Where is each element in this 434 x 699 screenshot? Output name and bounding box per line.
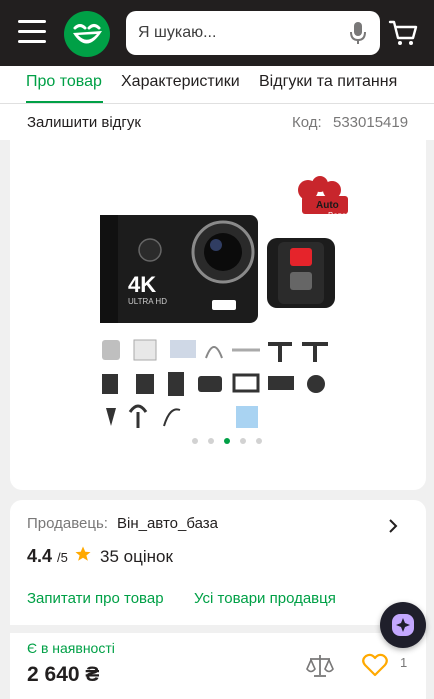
search-bar	[126, 11, 380, 55]
seller-rating: 4.4	[27, 546, 53, 566]
product-code-label: Код:	[292, 114, 322, 131]
gallery-dot[interactable]	[208, 438, 214, 444]
heart-icon[interactable]	[362, 653, 388, 677]
camera-4k-label: 4K	[128, 272, 156, 297]
svg-text:Baza: Baza	[328, 211, 347, 220]
seller-label: Продавець:	[27, 515, 108, 532]
tab-characteristics[interactable]: Характеристики	[121, 73, 240, 91]
microphone-icon[interactable]	[348, 21, 368, 45]
chevron-right-icon[interactable]	[386, 518, 400, 534]
top-header	[0, 0, 434, 66]
seller-reviews-count[interactable]: 35 оцінок	[100, 547, 173, 567]
svg-text:Auto: Auto	[316, 200, 339, 211]
section-divider	[0, 625, 434, 633]
menu-icon[interactable]	[18, 20, 46, 44]
product-price: 2 640 ₴	[27, 663, 100, 686]
assistant-button[interactable]	[380, 602, 426, 648]
tab-about[interactable]: Про товар	[26, 73, 102, 91]
cart-icon[interactable]	[388, 18, 418, 48]
sparkle-icon	[392, 614, 414, 636]
accessories-grid	[102, 339, 328, 428]
availability-status: Є в наявності	[27, 640, 115, 656]
tab-reviews[interactable]: Відгуки та питання	[259, 73, 397, 91]
camera-uhd-label: ULTRA HD	[128, 297, 167, 306]
product-tabs: Про товар Характеристики Відгуки та пита…	[0, 66, 434, 104]
seller-name[interactable]: Він_авто_база	[117, 515, 218, 532]
compare-icon[interactable]	[306, 653, 334, 679]
seller-rating-max: /5	[57, 550, 68, 565]
gallery-dot-active[interactable]	[224, 438, 230, 444]
search-input[interactable]	[138, 11, 338, 55]
review-code-row: Залишити відгук Код: 533015419	[0, 104, 434, 140]
seller-card: Продавець: Він_авто_база 4.4 /5 35 оціно…	[10, 500, 426, 625]
ask-question-link[interactable]: Запитати про товар	[27, 590, 164, 607]
product-code-value: 533015419	[333, 114, 409, 131]
product-image-card: Auto Baza 4K ULTRA HD	[10, 140, 426, 490]
remote-control	[267, 238, 335, 308]
leave-review-link[interactable]: Залишити відгук	[27, 114, 141, 131]
favorites-count: 1	[400, 655, 408, 670]
product-image[interactable]: Auto Baza 4K ULTRA HD	[10, 140, 426, 430]
brand-logo-icon: Auto Baza	[298, 176, 348, 220]
all-seller-goods-link[interactable]: Усі товари продавця	[194, 590, 336, 607]
logo-icon[interactable]	[64, 11, 110, 57]
star-icon	[75, 546, 91, 561]
gallery-dot[interactable]	[240, 438, 246, 444]
purchase-bar: Є в наявності 2 640 ₴ 1	[10, 633, 426, 699]
action-camera: 4K ULTRA HD	[100, 215, 258, 323]
gallery-pagination	[192, 438, 262, 446]
gallery-dot[interactable]	[192, 438, 198, 444]
gallery-dot[interactable]	[256, 438, 262, 444]
